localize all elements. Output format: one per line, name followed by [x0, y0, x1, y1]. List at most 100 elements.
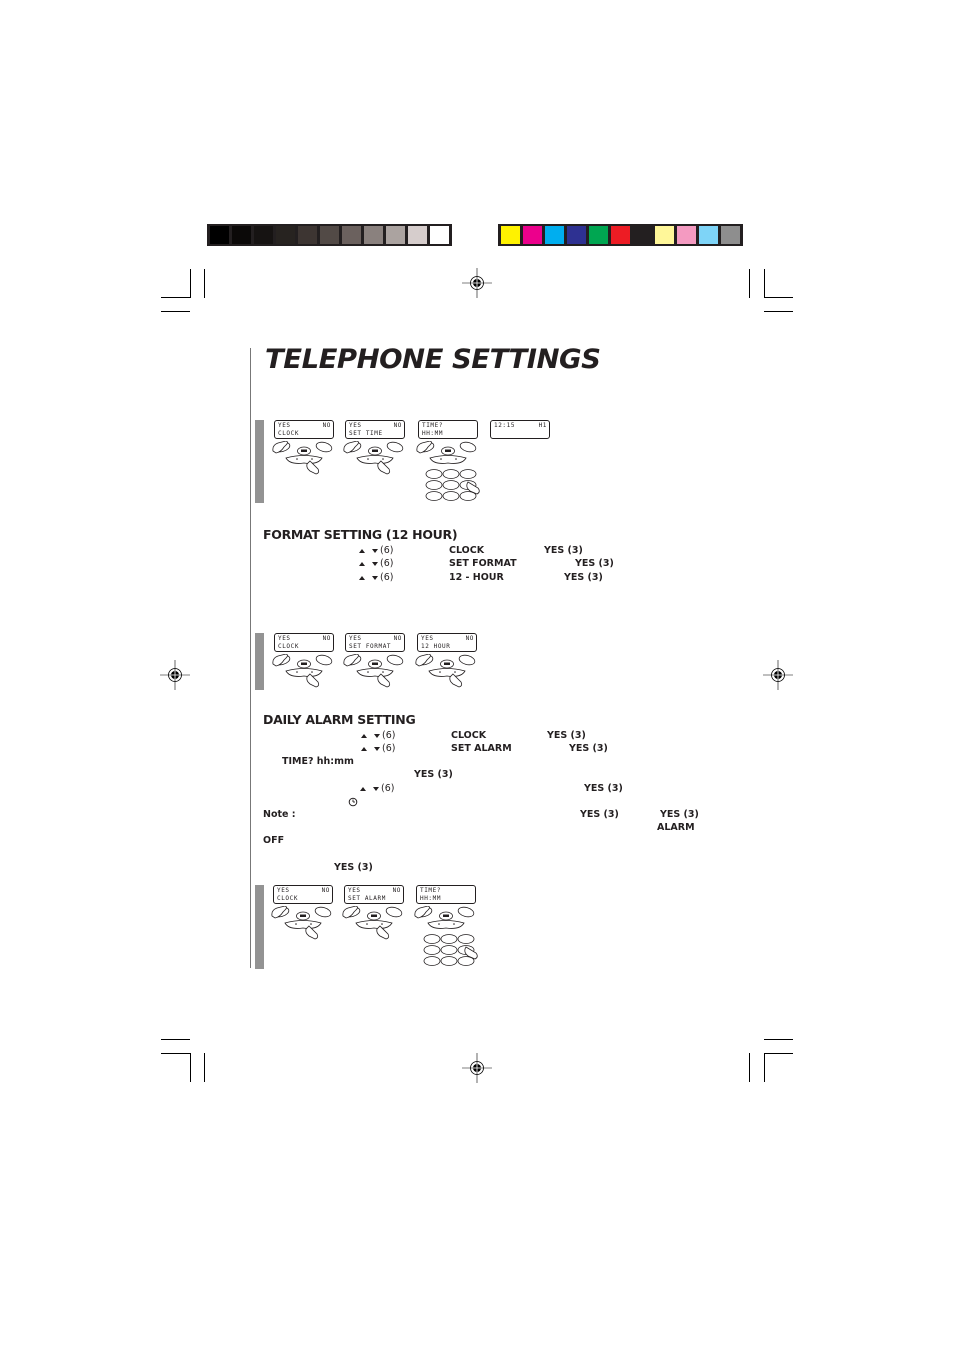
- lcd-line1-right: NO: [465, 635, 474, 642]
- lcd-line1-left: YES: [278, 422, 291, 429]
- lcd-screen: TIME? HH:MM: [418, 420, 478, 439]
- registration-mark-icon: [462, 268, 492, 298]
- color-swatch: [386, 226, 405, 244]
- lcd-line2: SET ALARM: [348, 894, 386, 902]
- color-swatch: [655, 226, 674, 244]
- color-swatch: [364, 226, 383, 244]
- color-swatch: [342, 226, 361, 244]
- arrow-up-icon: [359, 561, 365, 566]
- lcd-line1-left: TIME?: [422, 422, 444, 429]
- note-label: Note :: [263, 809, 296, 820]
- color-swatch: [699, 226, 718, 244]
- menu-item-label: SET ALARM: [451, 743, 512, 754]
- key-number: (6): [381, 783, 395, 794]
- crop-mark: [749, 1053, 750, 1082]
- nav-keys-icon: [416, 441, 477, 464]
- arrow-up-icon: [361, 746, 367, 751]
- figure-marker-bar: [255, 885, 264, 969]
- lcd-line1-left: YES: [277, 887, 290, 894]
- color-swatch: [320, 226, 339, 244]
- arrow-down-icon: [374, 746, 380, 751]
- nav-keys-press-icon: [271, 906, 332, 940]
- lcd-line2: CLOCK: [278, 429, 300, 437]
- nav-keys-press-icon: [342, 906, 403, 940]
- lcd-line2: CLOCK: [278, 642, 300, 650]
- crop-mark: [190, 269, 191, 298]
- crop-mark: [204, 269, 205, 298]
- arrow-down-icon: [372, 548, 378, 553]
- arrow-down-icon: [373, 786, 379, 791]
- scroll-keys-label: (6): [361, 730, 395, 741]
- key-number: (6): [380, 545, 394, 556]
- color-swatch: [611, 226, 630, 244]
- menu-item-label: CLOCK: [451, 730, 487, 741]
- scroll-keys-label: (6): [359, 558, 393, 569]
- nav-keys-press-icon: [343, 441, 404, 475]
- lcd-screen: YES NO CLOCK: [273, 885, 333, 904]
- lcd-line1-left: YES: [349, 422, 362, 429]
- lcd-line1-right: NO: [322, 422, 331, 429]
- crop-mark: [764, 1053, 765, 1082]
- color-swatch: [545, 226, 564, 244]
- color-swatch: [276, 226, 295, 244]
- crop-mark: [161, 1053, 190, 1054]
- crop-mark: [764, 311, 793, 312]
- color-swatch: [232, 226, 251, 244]
- crop-mark: [161, 1039, 190, 1040]
- crop-mark: [204, 1053, 205, 1082]
- nav-keys-press-icon: [272, 441, 333, 475]
- color-swatch: [254, 226, 273, 244]
- scroll-keys-label: (6): [361, 743, 395, 754]
- crop-mark: [764, 1039, 793, 1040]
- lcd-line2: SET TIME: [349, 429, 383, 437]
- crop-mark: [764, 297, 793, 298]
- lcd-line1-right: NO: [322, 635, 331, 642]
- nav-keys-icon: [414, 906, 475, 929]
- off-label: OFF: [263, 835, 285, 846]
- nav-keys-press-icon: [343, 654, 404, 688]
- color-swatch: [523, 226, 542, 244]
- margin-rule: [250, 348, 251, 968]
- color-swatch: [408, 226, 427, 244]
- crop-mark: [764, 269, 765, 298]
- confirm-key-label: YES (3): [575, 558, 614, 569]
- menu-item-label: 12 - HOUR: [449, 572, 504, 583]
- color-swatch: [430, 226, 449, 244]
- confirm-key-label: YES (3): [580, 809, 619, 820]
- lcd-screen: 12:15 H1: [490, 420, 550, 439]
- confirm-key-label: YES (3): [544, 545, 583, 556]
- lcd-line2: HH:MM: [422, 429, 444, 437]
- arrow-down-icon: [374, 733, 380, 738]
- lcd-screen: TIME? HH:MM: [416, 885, 476, 904]
- lcd-line1-right: H1: [538, 422, 547, 429]
- lcd-screen: YES NO CLOCK: [274, 420, 334, 439]
- registration-mark-icon: [763, 660, 793, 690]
- figure-marker-bar: [255, 420, 264, 503]
- crop-mark: [749, 269, 750, 298]
- arrow-down-icon: [372, 575, 378, 580]
- lcd-line1-left: TIME?: [420, 887, 442, 894]
- registration-mark-icon: [462, 1053, 492, 1083]
- key-number: (6): [382, 743, 396, 754]
- confirm-key-label: YES (3): [414, 769, 453, 780]
- confirm-key-label: YES (3): [547, 730, 586, 741]
- menu-item-label: CLOCK: [449, 545, 485, 556]
- confirm-key-label: YES (3): [334, 862, 373, 873]
- key-number: (6): [382, 730, 396, 741]
- key-number: (6): [380, 558, 394, 569]
- nav-keys-press-icon: [272, 654, 333, 688]
- arrow-down-icon: [372, 561, 378, 566]
- lcd-line2: CLOCK: [277, 894, 299, 902]
- number-keypad-press-icon: [425, 469, 480, 501]
- color-swatch: [633, 226, 652, 244]
- key-number: (6): [380, 572, 394, 583]
- crop-mark: [161, 297, 190, 298]
- lcd-line1-left: 12:15: [494, 422, 516, 429]
- crop-mark: [764, 1053, 793, 1054]
- arrow-up-icon: [359, 575, 365, 580]
- color-swatch: [298, 226, 317, 244]
- scroll-keys-label: (6): [359, 572, 393, 583]
- confirm-key-label: YES (3): [660, 809, 699, 820]
- section-heading-format: FORMAT SETTING (12 HOUR): [263, 527, 458, 542]
- lcd-screen: YES NO SET FORMAT: [345, 633, 405, 652]
